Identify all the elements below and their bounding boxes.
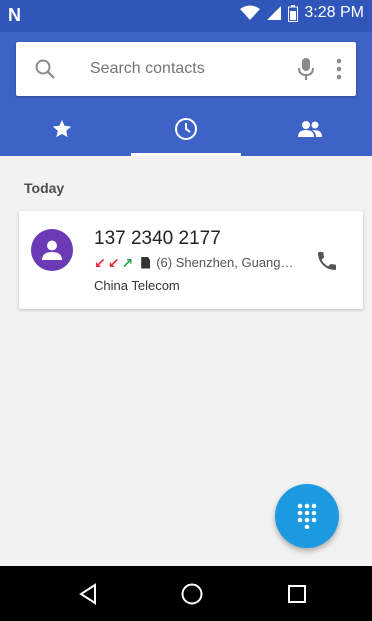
app-header [0,32,372,156]
carrier-label: China Telecom [94,278,180,293]
call-location: (6) Shenzhen, Guang… [156,255,294,270]
phone-number: 137 2340 2177 [94,228,221,249]
back-icon[interactable] [76,582,100,606]
home-icon[interactable] [180,582,204,606]
dialpad-button[interactable] [275,484,339,548]
section-title: Today [24,180,65,196]
star-icon [51,118,73,145]
search-bar[interactable] [16,42,356,96]
dialpad-icon [297,503,317,529]
people-icon [297,120,323,143]
tab-favorites[interactable] [0,106,124,156]
avatar[interactable] [31,229,73,271]
search-input[interactable] [90,60,290,78]
outgoing-call-icon: ↗ [121,254,134,271]
tab-recents[interactable] [124,106,248,156]
tab-contacts[interactable] [248,106,372,156]
notification-logo: N [8,5,21,25]
microphone-icon[interactable] [298,57,314,86]
tab-bar [0,106,372,156]
navigation-bar [0,566,372,621]
more-options-icon[interactable] [336,58,342,85]
phone-call-icon[interactable] [315,249,339,273]
sim-card-icon [141,256,151,269]
list-item[interactable]: 137 2340 2177 ↙ ↙ ↗ (6) Shenzhen, Guang…… [19,211,363,309]
search-icon[interactable] [34,58,56,85]
battery-icon [288,4,299,22]
person-icon [42,240,62,260]
missed-call-icon: ↙ [94,254,106,271]
missed-call-icon: ↙ [107,254,120,271]
recents-overview-icon[interactable] [285,582,309,606]
cell-signal-icon [266,5,282,21]
wifi-icon [240,5,261,21]
clock-time: 3:28 PM [304,4,364,21]
clock-icon [174,117,198,146]
status-bar: N 3:28 PM [0,0,372,32]
call-details: ↙ ↙ ↗ (6) Shenzhen, Guang… [94,255,294,270]
